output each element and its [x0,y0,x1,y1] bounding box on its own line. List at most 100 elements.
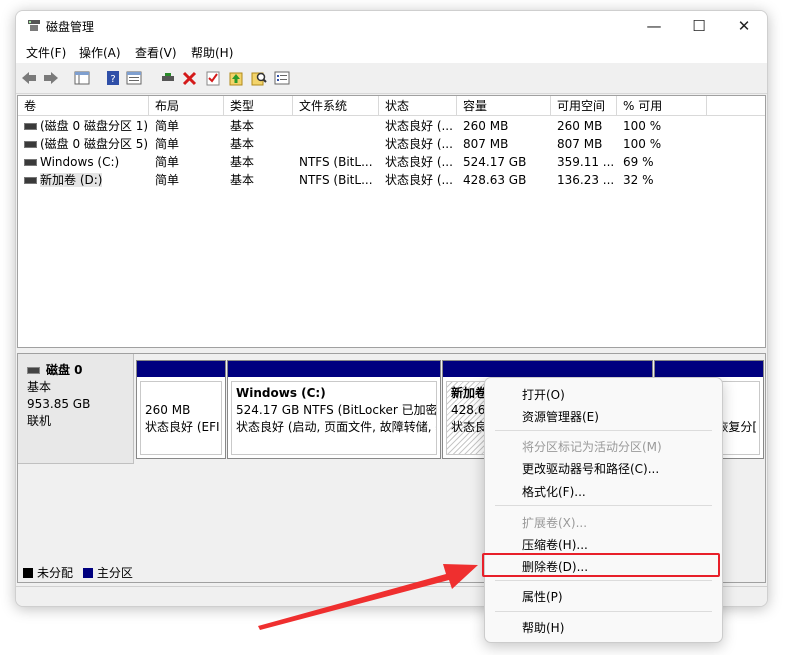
capacity-cell: 428.63 GB [463,173,527,187]
console-tree-icon[interactable] [74,70,90,86]
search-icon[interactable] [251,70,267,86]
menu-help[interactable]: 帮助(H) [191,44,233,61]
upload-icon[interactable] [228,70,244,86]
menu-file[interactable]: 文件(F) [26,44,66,61]
highlight-box-delete-volume [482,553,720,577]
status-cell: 状态良好 (... [385,119,453,133]
percent-free-cell: 32 % [623,173,654,187]
disk-size: 953.85 GB [27,397,91,411]
free-space-cell: 359.11 ... [557,155,615,169]
partition-body: 260 MB 状态良好 (EFI [140,381,222,455]
percent-free-cell: 100 % [623,137,662,151]
context-menu: 打开(O) 资源管理器(E) 将分区标记为活动分区(M) 更改驱动器号和路径(C… [484,377,723,643]
minimize-button[interactable]: — [631,11,677,41]
menu-view[interactable]: 查看(V) [135,44,177,61]
disk-icon [27,367,40,374]
partition-header-bar [228,361,440,377]
partition-body: Windows (C:) 524.17 GB NTFS (BitLocker 已… [231,381,437,455]
capacity-cell: 807 MB [463,137,509,151]
free-space-cell: 260 MB [557,119,603,133]
filesystem-cell: NTFS (BitL... [299,173,373,187]
partition-header-bar [443,361,652,377]
menu-item-properties[interactable]: 属性(P) [522,588,563,605]
filesystem-cell: NTFS (BitL... [299,155,373,169]
legend-label-primary: 主分区 [96,566,133,580]
filesystem-cell [293,117,379,135]
menu-item-format[interactable]: 格式化(F)... [522,483,586,500]
percent-free-cell: 69 % [623,155,654,169]
forward-arrow-icon[interactable] [43,70,59,86]
type-cell: 基本 [230,137,255,151]
status-cell: 状态良好 (... [385,137,453,151]
free-space-cell: 136.23 ... [557,173,615,187]
menu-item-shrink-volume[interactable]: 压缩卷(H)... [522,536,588,553]
partition-windows-c[interactable]: Windows (C:) 524.17 GB NTFS (BitLocker 已… [227,360,441,459]
disk-type: 基本 [27,380,52,394]
column-header-volume[interactable]: 卷 [18,96,149,116]
menu-item-explorer[interactable]: 资源管理器(E) [522,408,599,425]
menu-action[interactable]: 操作(A) [79,44,121,61]
delete-icon[interactable] [182,70,198,86]
type-cell: 基本 [230,173,255,187]
partition-status: 状态良好 (EFI [145,420,220,434]
menu-item-help[interactable]: 帮助(H) [522,619,564,636]
volume-name: (磁盘 0 磁盘分区 1) [40,119,149,133]
connect-icon[interactable] [160,70,176,86]
help-icon[interactable]: ? [105,70,121,86]
partition-efi[interactable]: 260 MB 状态良好 (EFI [136,360,226,459]
menu-item-mark-active: 将分区标记为活动分区(M) [522,440,662,454]
status-cell: 状态良好 (... [385,155,453,169]
maximize-button[interactable]: ☐ [676,11,722,41]
properties-icon[interactable] [126,70,142,86]
menu-separator [495,580,712,581]
disk-name: 磁盘 0 [46,363,83,377]
partition-header-bar [137,361,225,377]
toolbar: ? [16,63,767,94]
drive-icon [24,159,37,166]
column-header-free-space[interactable]: 可用空间 [551,96,617,116]
partition-size: 260 MB [145,403,191,417]
percent-free-cell: 100 % [623,119,662,133]
menu-item-open[interactable]: 打开(O) [522,386,565,403]
partition-status: 状态良好 (启动, 页面文件, 故障转储, 基 [236,420,437,434]
back-arrow-icon[interactable] [21,70,37,86]
menu-separator [495,505,712,506]
legend: 未分配 主分区 [23,566,133,580]
type-cell: 基本 [230,119,255,133]
svg-text:?: ? [110,74,115,85]
column-header-filesystem[interactable]: 文件系统 [293,96,379,116]
volume-name: 新加卷 (D:) [40,173,103,187]
drive-icon [24,141,37,148]
capacity-cell: 260 MB [463,119,509,133]
menu-separator [495,430,712,431]
disk-management-app-icon [28,20,40,31]
status-cell: 状态良好 (... [385,173,453,187]
legend-swatch-unallocated [23,568,33,578]
disk-status: 联机 [27,414,52,428]
legend-swatch-primary [82,568,93,578]
partition-size: 524.17 GB NTFS (BitLocker 已加密) [236,403,437,417]
column-header-capacity[interactable]: 容量 [457,96,551,116]
column-header-type[interactable]: 类型 [224,96,293,116]
menu-item-change-drive-letter[interactable]: 更改驱动器号和路径(C)... [522,460,659,477]
disk-info[interactable]: 磁盘 0 基本 953.85 GB 联机 [18,354,134,464]
check-icon[interactable] [205,70,221,86]
list-icon[interactable] [274,70,290,86]
volume-list: 卷 布局 类型 文件系统 状态 容量 可用空间 % 可用 (磁盘 0 磁盘分区 … [17,95,766,348]
layout-cell: 简单 [155,155,180,169]
drive-icon [24,123,37,130]
window-title: 磁盘管理 [46,20,95,34]
partition-title [145,385,221,402]
menu-separator [495,611,712,612]
close-button[interactable]: ✕ [721,11,767,41]
partition-title: Windows (C:) [236,386,326,400]
column-header-percent-free[interactable]: % 可用 [617,96,707,116]
layout-cell: 简单 [155,173,180,187]
column-header-layout[interactable]: 布局 [149,96,224,116]
title-bar: 磁盘管理 — ☐ ✕ [16,11,767,41]
type-cell: 基本 [230,155,255,169]
column-header-status[interactable]: 状态 [379,96,457,116]
partition-header-bar [655,361,763,377]
volume-name: Windows (C:) [40,155,120,169]
column-header-filler [707,96,765,116]
